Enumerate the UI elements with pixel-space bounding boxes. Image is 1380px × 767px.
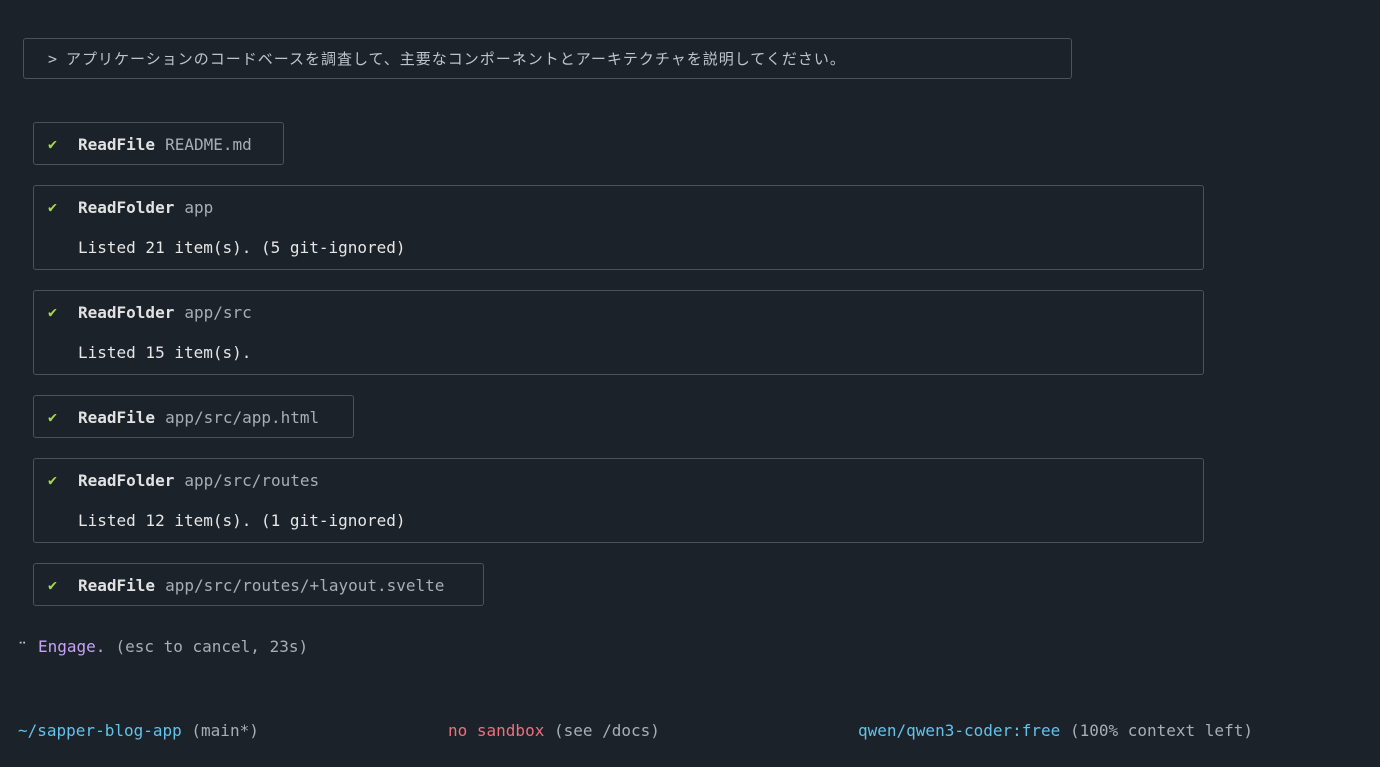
git-branch: (main*) [191,721,259,740]
tool-call-readfolder-src: ✔ ReadFolder app/src Listed 15 item(s). [33,290,1204,375]
tool-result: Listed 12 item(s). (1 git-ignored) [78,511,406,530]
tool-call-readfolder-routes: ✔ ReadFolder app/src/routes Listed 12 it… [33,458,1204,543]
tool-result: Listed 15 item(s). [78,343,252,362]
prompt-symbol: > [48,49,59,68]
model-name: qwen/qwen3-coder:free [858,721,1061,740]
tool-arg: app/src [184,302,252,322]
tool-name: ReadFolder [78,470,175,490]
cwd-path: ~/sapper-blog-app [18,721,182,740]
status-line: ⠉ Engage. (esc to cancel, 23s) [18,637,308,656]
footer-cwd: ~/sapper-blog-app (main*) [18,721,259,740]
sandbox-hint: (see /docs) [553,721,660,740]
tool-name: ReadFolder [78,197,175,217]
check-icon: ✔ [48,471,58,489]
tool-name: ReadFile [78,407,156,427]
check-icon: ✔ [48,135,58,153]
tool-name: ReadFile [78,575,156,595]
check-icon: ✔ [48,408,58,426]
footer-model: qwen/qwen3-coder:free (100% context left… [858,721,1253,740]
check-icon: ✔ [48,198,58,216]
footer-sandbox: no sandbox (see /docs) [448,721,660,740]
tool-arg: app/src/routes [184,470,320,490]
tool-arg: app [184,197,214,217]
tool-arg: app/src/app.html [165,407,320,427]
tool-name: ReadFile [78,134,156,154]
tool-name: ReadFolder [78,302,175,322]
cancel-hint: (esc to cancel, 23s) [115,637,309,656]
tool-arg: README.md [165,134,252,154]
spinner-icon: ⠉ [18,639,27,654]
tool-call-readfile-readme: ✔ ReadFile README.md [33,122,284,165]
tool-result: Listed 21 item(s). (5 git-ignored) [78,238,406,257]
check-icon: ✔ [48,303,58,321]
tool-call-readfolder-app: ✔ ReadFolder app Listed 21 item(s). (5 g… [33,185,1204,270]
user-prompt: > アプリケーションのコードベースを調査して、主要なコンポーネントとアーキテクチ… [23,38,1072,79]
prompt-text: アプリケーションのコードベースを調査して、主要なコンポーネントとアーキテクチャを… [66,50,846,68]
status-text: Engage. [38,637,106,656]
tool-call-readfile-app-html: ✔ ReadFile app/src/app.html [33,395,354,438]
tool-call-readfile-layout: ✔ ReadFile app/src/routes/+layout.svelte [33,563,484,606]
tool-arg: app/src/routes/+layout.svelte [165,575,445,595]
check-icon: ✔ [48,576,58,594]
context-left: (100% context left) [1069,721,1253,740]
sandbox-status: no sandbox [448,721,545,740]
